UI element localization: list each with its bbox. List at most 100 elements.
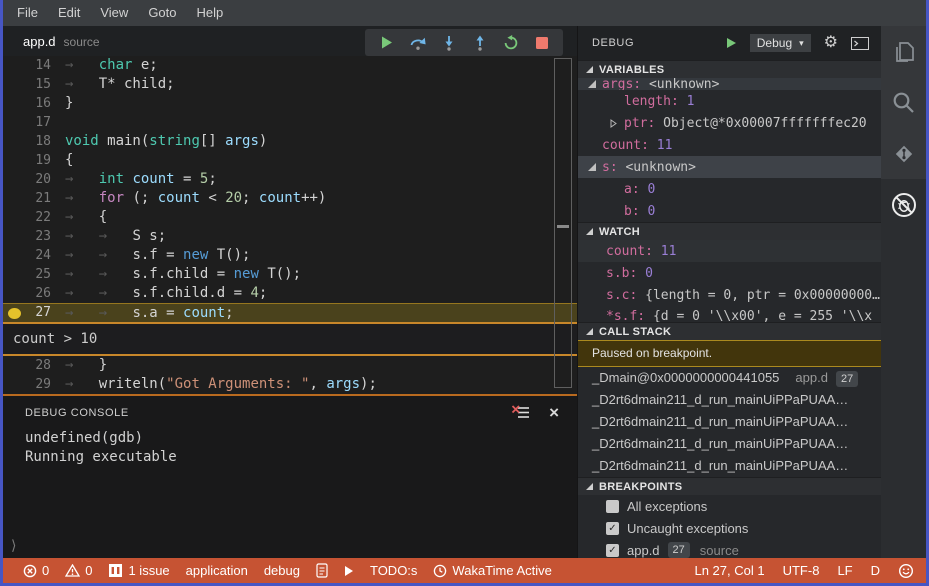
gutter-breakpoint-area[interactable] [3,113,25,132]
statusbar-item-left-1[interactable]: 0 [65,563,92,578]
code-line-20[interactable]: 20 → int count = 5; [3,170,577,189]
code-line-15[interactable]: 15 → T* child; [3,75,577,94]
close-console-icon[interactable]: × [549,404,559,421]
variable-row-length[interactable]: length: 1 [578,90,881,112]
activity-item-debug[interactable] [881,179,926,230]
statusbar-item-left-7[interactable]: TODO:s [370,563,417,578]
code-line-19[interactable]: 19 { [3,151,577,170]
section-header-watch[interactable]: WATCH [578,222,881,240]
statusbar-item-left-0[interactable]: 0 [23,563,49,578]
code-line-25[interactable]: 25 → → s.f.child = new T(); [3,265,577,284]
watch-row-count[interactable]: count: 11 [578,240,881,262]
checkbox[interactable]: ✓ [606,543,619,557]
console-toggle-icon[interactable] [851,36,869,50]
twistie-closed-icon[interactable] [610,118,624,128]
step-out-button[interactable] [471,34,488,51]
activity-item-search[interactable] [881,77,926,128]
watch-row-sf[interactable]: *s.f: {d = 0 '\\x00', e = 255 '\\x [578,306,881,322]
menu-item-help[interactable]: Help [187,0,234,26]
twistie-open-icon[interactable] [588,80,602,88]
menu-item-goto[interactable]: Goto [138,0,186,26]
step-over-button[interactable] [409,34,426,51]
menu-item-edit[interactable]: Edit [48,0,90,26]
gear-icon[interactable]: ⚙ [824,35,838,51]
twistie-open-icon[interactable] [588,163,602,171]
statusbar-item-left-2[interactable]: 1 issue [108,563,170,578]
variable-row-b[interactable]: b: 0 [578,200,881,222]
code-line-28[interactable]: 28 → } [3,356,577,375]
gutter-breakpoint-area[interactable] [3,56,25,75]
statusbar-item-left-8[interactable]: WakaTime Active [433,563,552,578]
statusbar-item-right-2[interactable]: LF [837,563,852,578]
variable-row-args[interactable]: args: <unknown> [578,78,881,90]
gutter-breakpoint-area[interactable] [3,189,25,208]
stop-button[interactable] [533,34,550,51]
callstack-frame-0[interactable]: _Dmain@0x0000000000441055 app.d 27 [578,367,881,389]
code-line-26[interactable]: 26 → → s.f.child.d = 4; [3,284,577,303]
activity-item-git[interactable] [881,128,926,179]
code-line-22[interactable]: 22 → { [3,208,577,227]
gutter-breakpoint-area[interactable] [3,356,25,375]
statusbar-item-left-3[interactable]: application [186,563,248,578]
variable-row-s[interactable]: s: <unknown> [578,156,881,178]
variable-row-a[interactable]: a: 0 [578,178,881,200]
watch-row-sb[interactable]: s.b: 0 [578,262,881,284]
debug-config-dropdown[interactable]: Debug ▾ [749,34,811,52]
step-into-button[interactable] [440,34,457,51]
code-line-27[interactable]: 27 → → s.a = count; [3,303,577,322]
breakpoint-condition-widget[interactable]: count > 10 [3,322,577,356]
code-line-18[interactable]: 18 void main(string[] args) [3,132,577,151]
activity-item-files[interactable] [881,26,926,77]
editor-scrollbar[interactable] [554,58,572,388]
code-line-24[interactable]: 24 → → s.f = new T(); [3,246,577,265]
gutter-breakpoint-area[interactable] [3,208,25,227]
watch-row-sc[interactable]: s.c: {length = 0, ptr = 0x00000000… [578,284,881,306]
menu-item-file[interactable]: File [7,0,48,26]
console-input-prompt[interactable]: ⟩ [11,537,16,554]
gutter-breakpoint-area[interactable] [3,246,25,265]
section-header-variables[interactable]: VARIABLES [578,60,881,78]
gutter-breakpoint-area[interactable] [3,284,25,303]
variable-row-count[interactable]: count: 11 [578,134,881,156]
statusbar-item-left-5[interactable] [316,563,328,578]
callstack-frame-2[interactable]: _D2rt6dmain211_d_run_mainUiPPaPUAA… [578,411,881,433]
statusbar-item-left-4[interactable]: debug [264,563,300,578]
restart-button[interactable] [502,34,519,51]
callstack-frame-4[interactable]: _D2rt6dmain211_d_run_mainUiPPaPUAA… [578,455,881,477]
gutter-breakpoint-area[interactable] [3,170,25,189]
code-line-14[interactable]: 14 → char e; [3,56,577,75]
gutter-breakpoint-area[interactable] [3,265,25,284]
breakpoint-dot[interactable] [7,307,21,319]
code-line-17[interactable]: 17 [3,113,577,132]
callstack-frame-3[interactable]: _D2rt6dmain211_d_run_mainUiPPaPUAA… [578,433,881,455]
section-header-callstack[interactable]: CALL STACK [578,322,881,340]
code-line-29[interactable]: 29 → writeln("Got Arguments: ", args); [3,375,577,394]
continue-button[interactable] [378,34,395,51]
menu-item-view[interactable]: View [90,0,138,26]
section-header-breakpoints[interactable]: BREAKPOINTS [578,477,881,495]
statusbar-item-left-6[interactable] [344,565,354,577]
callstack-frame-1[interactable]: _D2rt6dmain211_d_run_mainUiPPaPUAA… [578,389,881,411]
variable-row-ptr[interactable]: ptr: Object@*0x00007fffffffec20 [578,112,881,134]
gutter-breakpoint-area[interactable] [3,132,25,151]
statusbar-item-right-1[interactable]: UTF-8 [783,563,820,578]
start-debug-icon[interactable] [725,37,737,49]
breakpoint-row-0[interactable]: All exceptions [578,495,881,517]
statusbar-item-right-3[interactable]: D [871,563,880,578]
code-line-16[interactable]: 16} [3,94,577,113]
gutter-breakpoint-area[interactable] [3,94,25,113]
checkbox[interactable]: ✓ [606,521,619,535]
clear-console-icon[interactable] [511,405,531,421]
gutter-breakpoint-area[interactable] [3,227,25,246]
breakpoint-row-2[interactable]: ✓ app.d 27 source [578,539,881,558]
checkbox[interactable] [606,499,619,513]
code-line-21[interactable]: 21 → for (; count < 20; count++) [3,189,577,208]
gutter-breakpoint-area[interactable] [3,151,25,170]
tab-app-d[interactable]: app.d source [3,34,100,49]
statusbar-item-right-0[interactable]: Ln 27, Col 1 [694,563,764,578]
code-line-23[interactable]: 23 → → S s; [3,227,577,246]
statusbar-item-right-4[interactable] [898,563,914,579]
code-editor[interactable]: 14 → char e; 15 → T* child; 16} 17 18 void main… [3,56,577,394]
gutter-breakpoint-area[interactable] [3,75,25,94]
gutter-breakpoint-area[interactable] [3,375,25,394]
